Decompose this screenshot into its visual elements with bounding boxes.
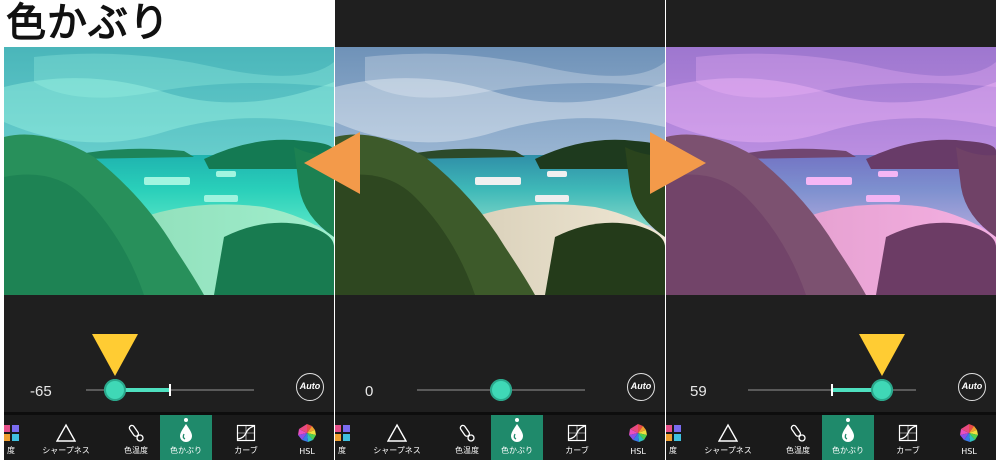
- thermometer-icon: [126, 423, 146, 443]
- tool-color-wheel[interactable]: HSL: [942, 415, 996, 460]
- color-wheel-icon: [297, 423, 317, 443]
- thermometer-icon: [457, 423, 477, 443]
- pointer-marker-icon: [91, 334, 138, 376]
- curve-icon: [567, 423, 587, 443]
- curve-icon: [898, 423, 918, 443]
- tint-slider[interactable]: [748, 379, 916, 401]
- tool-label: 度: [669, 446, 677, 455]
- editor-panel-right: 59 Auto 度 シャープネス 色温度 色かぶり カーブ HSL: [666, 0, 996, 460]
- tool-label: シャープネス: [42, 446, 90, 455]
- tool-palette[interactable]: 度: [4, 415, 22, 460]
- tool-color-wheel[interactable]: HSL: [280, 415, 334, 460]
- tool-triangle[interactable]: シャープネス: [22, 415, 110, 460]
- slider-thumb[interactable]: [490, 379, 512, 401]
- slider-thumb[interactable]: [870, 379, 893, 401]
- drop-icon: [176, 423, 196, 443]
- drop-icon: [838, 423, 858, 443]
- tool-label: HSL: [299, 447, 315, 456]
- tint-slider[interactable]: [417, 379, 585, 401]
- tool-bar: 度 シャープネス 色温度 色かぶり カーブ HSL: [666, 415, 996, 460]
- auto-button[interactable]: Auto: [958, 373, 986, 401]
- tool-label: 色温度: [455, 446, 479, 455]
- tool-label: カーブ: [896, 446, 920, 455]
- tool-label: 色かぶり: [832, 446, 864, 455]
- photo-preview: [335, 47, 665, 295]
- tool-palette[interactable]: 度: [335, 415, 353, 460]
- tool-drop[interactable]: 色かぶり: [822, 415, 874, 460]
- tool-label: 度: [338, 446, 346, 455]
- tool-curve[interactable]: カーブ: [216, 415, 276, 460]
- tint-value: -65: [30, 383, 52, 400]
- tool-curve[interactable]: カーブ: [878, 415, 938, 460]
- right-arrow-icon: [650, 132, 706, 194]
- tool-label: カーブ: [565, 446, 589, 455]
- pointer-marker-icon: [858, 334, 905, 376]
- triangle-icon: [55, 423, 77, 443]
- palette-icon: [4, 423, 21, 443]
- tool-triangle[interactable]: シャープネス: [684, 415, 772, 460]
- palette-icon: [666, 423, 683, 443]
- tool-bar: 度 シャープネス 色温度 色かぶり カーブ HSL: [4, 415, 334, 460]
- tool-triangle[interactable]: シャープネス: [353, 415, 441, 460]
- tool-thermometer[interactable]: 色温度: [441, 415, 493, 460]
- tint-slider[interactable]: [86, 379, 254, 401]
- tool-label: HSL: [961, 447, 977, 456]
- tint-value: 59: [690, 383, 707, 400]
- editor-panel-center: 0 Auto 度 シャープネス 色温度 色かぶり カーブ HSL: [335, 0, 665, 460]
- tool-drop[interactable]: 色かぶり: [160, 415, 212, 460]
- tool-label: HSL: [630, 447, 646, 456]
- tool-label: シャープネス: [373, 446, 421, 455]
- curve-icon: [236, 423, 256, 443]
- tool-label: カーブ: [234, 446, 258, 455]
- photo-preview: [666, 47, 996, 295]
- tool-label: 色温度: [124, 446, 148, 455]
- slider-thumb[interactable]: [103, 379, 126, 401]
- color-wheel-icon: [628, 423, 648, 443]
- auto-button[interactable]: Auto: [296, 373, 324, 401]
- left-arrow-icon: [304, 132, 360, 194]
- tool-label: 色かぶり: [170, 446, 202, 455]
- auto-button[interactable]: Auto: [627, 373, 655, 401]
- tool-color-wheel[interactable]: HSL: [611, 415, 665, 460]
- palette-icon: [335, 423, 352, 443]
- tool-label: 色温度: [786, 446, 810, 455]
- tool-label: 度: [7, 446, 15, 455]
- tool-label: シャープネス: [704, 446, 752, 455]
- tool-bar: 度 シャープネス 色温度 色かぶり カーブ HSL: [335, 415, 665, 460]
- triangle-icon: [386, 423, 408, 443]
- tint-value: 0: [365, 383, 374, 400]
- thermometer-icon: [788, 423, 808, 443]
- tool-curve[interactable]: カーブ: [547, 415, 607, 460]
- tool-thermometer[interactable]: 色温度: [110, 415, 162, 460]
- tool-palette[interactable]: 度: [666, 415, 684, 460]
- tool-thermometer[interactable]: 色温度: [772, 415, 824, 460]
- color-wheel-icon: [959, 423, 979, 443]
- drop-icon: [507, 423, 527, 443]
- photo-preview: [4, 47, 334, 295]
- triangle-icon: [717, 423, 739, 443]
- tool-label: 色かぶり: [501, 446, 533, 455]
- tool-drop[interactable]: 色かぶり: [491, 415, 543, 460]
- editor-panel-left: -65 Auto 度 シャープネス 色温度 色かぶり カーブ HSL: [4, 0, 334, 460]
